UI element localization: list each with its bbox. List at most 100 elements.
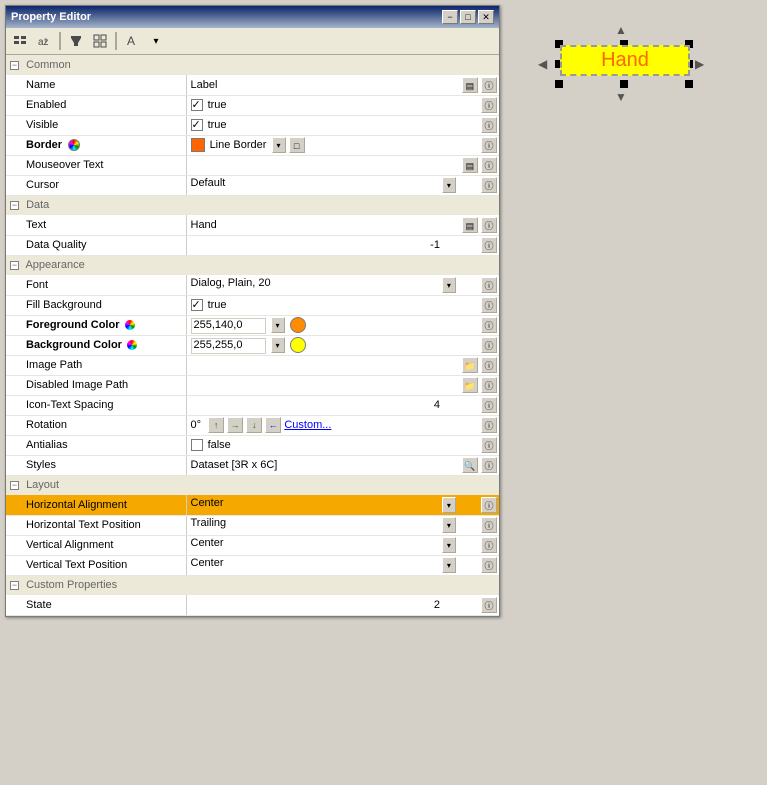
prop-value-styles[interactable]: Dataset [3R x 6C] <box>186 455 460 475</box>
info-icon-valign[interactable]: ⓘ <box>481 537 497 553</box>
prop-value-text[interactable]: Hand <box>186 215 460 235</box>
visible-checkbox[interactable] <box>191 119 203 131</box>
text-icon-text[interactable]: ▤ <box>462 217 478 233</box>
htextpos-dropdown-btn[interactable]: ▾ <box>442 517 456 533</box>
info-icon-name[interactable]: ⓘ <box>481 77 497 93</box>
prop-value-disimgpath[interactable] <box>186 375 460 395</box>
info-icon-antialias[interactable]: ⓘ <box>481 437 497 453</box>
fillbg-checkbox[interactable] <box>191 299 203 311</box>
info-icon-state[interactable]: ⓘ <box>481 597 497 613</box>
info-icon-text[interactable]: ⓘ <box>481 217 497 233</box>
prop-action-enabled: ⓘ <box>460 95 499 115</box>
prop-value-visible[interactable]: true <box>186 115 460 135</box>
border-dropdown-btn[interactable]: ▾ <box>272 137 286 153</box>
prop-value-fgcolor[interactable]: 255,140,0 ▾ <box>186 315 460 335</box>
toolbar-sort-btn[interactable] <box>9 30 31 52</box>
collapse-layout-btn[interactable]: − <box>10 481 19 490</box>
collapse-appearance-btn[interactable]: − <box>10 261 19 270</box>
bgcolor-picker-btn[interactable] <box>290 337 306 353</box>
toolbar-text-btn[interactable]: A <box>121 30 143 52</box>
collapse-common-btn[interactable]: − <box>10 61 19 70</box>
handle-bm[interactable] <box>620 80 628 88</box>
collapse-custom-btn[interactable]: − <box>10 581 19 590</box>
prop-value-antialias[interactable]: false <box>186 435 460 455</box>
info-icon-rotation[interactable]: ⓘ <box>481 417 497 433</box>
halign-dropdown-btn[interactable]: ▾ <box>442 497 456 513</box>
magnify-icon-styles[interactable]: 🔍 <box>462 457 478 473</box>
bgcolor-dropdown-btn[interactable]: ▾ <box>271 337 285 353</box>
prop-value-bgcolor[interactable]: 255,255,0 ▾ <box>186 335 460 355</box>
prop-value-rotation[interactable]: 0° ↑ → ↓ ← Custom... <box>186 415 460 435</box>
prop-value-iconspacing[interactable]: 4 <box>186 395 460 415</box>
info-icon-visible[interactable]: ⓘ <box>481 117 497 133</box>
toolbar-alpha-btn[interactable]: az ↕ <box>33 30 55 52</box>
bgcolor-palette-icon[interactable] <box>127 340 137 350</box>
info-icon-fgcolor[interactable]: ⓘ <box>481 317 497 333</box>
rotate-left-btn[interactable]: ← <box>265 417 281 433</box>
prop-value-state[interactable]: 2 <box>186 595 460 615</box>
info-icon-halign[interactable]: ⓘ <box>481 497 497 513</box>
info-icon-fillbg[interactable]: ⓘ <box>481 297 497 313</box>
rotation-custom-link[interactable]: Custom... <box>284 419 331 431</box>
vtextpos-dropdown-btn[interactable]: ▾ <box>442 557 456 573</box>
border-edit-btn[interactable]: □ <box>289 137 305 153</box>
prop-value-imgpath[interactable] <box>186 355 460 375</box>
prop-value-vtextpos[interactable]: Center ▾ <box>186 555 460 575</box>
info-icon-bgcolor[interactable]: ⓘ <box>481 337 497 353</box>
collapse-data-btn[interactable]: − <box>10 201 19 210</box>
prop-value-mouseover[interactable] <box>186 155 460 175</box>
prop-label-styles: Styles <box>6 455 186 475</box>
prop-value-enabled[interactable]: true <box>186 95 460 115</box>
fgcolor-palette-icon[interactable] <box>125 320 135 330</box>
fgcolor-dropdown-btn[interactable]: ▾ <box>271 317 285 333</box>
prop-action-imgpath: 📁 ⓘ <box>460 355 499 375</box>
prop-action-htextpos: ⓘ <box>460 515 499 535</box>
info-icon-cursor[interactable]: ⓘ <box>481 177 497 193</box>
prop-value-border[interactable]: Line Border ▾ □ <box>186 135 460 155</box>
prop-label-mouseover: Mouseover Text <box>6 155 186 175</box>
maximize-button[interactable]: □ <box>460 10 476 24</box>
minimize-button[interactable]: − <box>442 10 458 24</box>
fgcolor-picker-btn[interactable] <box>290 317 306 333</box>
info-icon-iconspacing[interactable]: ⓘ <box>481 397 497 413</box>
prop-value-halign[interactable]: Center ▾ <box>186 495 460 515</box>
folder-icon-imgpath[interactable]: 📁 <box>462 357 478 373</box>
handle-bl[interactable] <box>555 80 563 88</box>
prop-value-htextpos[interactable]: Trailing ▾ <box>186 515 460 535</box>
toolbar-filter-btn[interactable] <box>65 30 87 52</box>
info-icon-styles[interactable]: ⓘ <box>481 457 497 473</box>
info-icon-imgpath[interactable]: ⓘ <box>481 357 497 373</box>
rotate-down-btn[interactable]: ↓ <box>246 417 262 433</box>
cursor-dropdown-btn[interactable]: ▾ <box>442 177 456 193</box>
valign-dropdown-btn[interactable]: ▾ <box>442 537 456 553</box>
antialias-checkbox[interactable] <box>191 439 203 451</box>
prop-value-name[interactable]: Label <box>186 75 460 95</box>
info-icon-enabled[interactable]: ⓘ <box>481 97 497 113</box>
rotate-up-btn[interactable]: ↑ <box>208 417 224 433</box>
handle-br[interactable] <box>685 80 693 88</box>
hand-label-component[interactable]: Hand <box>560 45 690 76</box>
toolbar-expand-btn[interactable] <box>89 30 111 52</box>
enabled-checkbox[interactable] <box>191 99 203 111</box>
prop-value-dataquality[interactable]: -1 <box>186 235 460 255</box>
info-icon-font[interactable]: ⓘ <box>481 277 497 293</box>
close-button[interactable]: ✕ <box>478 10 494 24</box>
info-icon-disimgpath[interactable]: ⓘ <box>481 377 497 393</box>
info-icon-border[interactable]: ⓘ <box>481 137 497 153</box>
font-dropdown-btn[interactable]: ▾ <box>442 277 456 293</box>
info-icon-mouseover[interactable]: ⓘ <box>481 157 497 173</box>
info-icon-vtextpos[interactable]: ⓘ <box>481 557 497 573</box>
prop-value-fillbg[interactable]: true <box>186 295 460 315</box>
folder-icon-disimgpath[interactable]: 📁 <box>462 377 478 393</box>
info-icon-htextpos[interactable]: ⓘ <box>481 517 497 533</box>
prop-value-font[interactable]: Dialog, Plain, 20 ▾ <box>186 275 460 295</box>
rotate-right-btn[interactable]: → <box>227 417 243 433</box>
toolbar-drop-btn[interactable]: ▾ <box>145 30 167 52</box>
border-color-icon[interactable] <box>68 139 80 151</box>
text-edit-icon[interactable]: ▤ <box>462 77 478 93</box>
prop-value-valign[interactable]: Center ▾ <box>186 535 460 555</box>
prop-value-cursor[interactable]: Default ▾ <box>186 175 460 195</box>
text-icon-mouseover[interactable]: ▤ <box>462 157 478 173</box>
info-icon-dataquality[interactable]: ⓘ <box>481 237 497 253</box>
prop-label-dataquality: Data Quality <box>6 235 186 255</box>
